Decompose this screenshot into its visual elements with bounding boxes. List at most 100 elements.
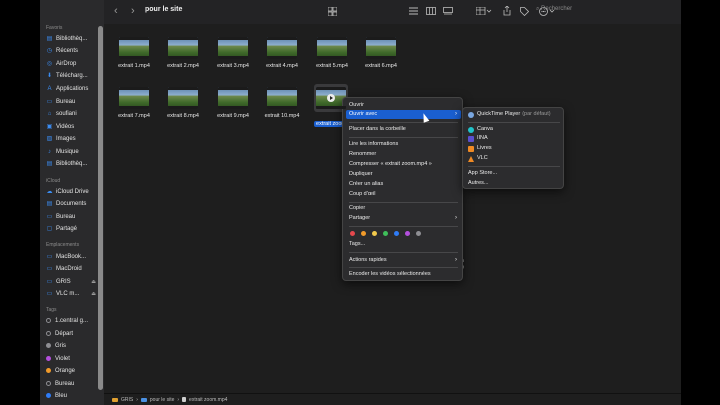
sidebar-tag[interactable]: Bleu — [46, 390, 98, 401]
path-item[interactable]: pour le site — [150, 397, 174, 403]
menu-item-alias[interactable]: Créer un alias — [346, 180, 461, 189]
file-item[interactable]: extrait 5.mp4 — [307, 37, 357, 69]
file-item[interactable]: extrait 10.mp4 — [257, 87, 307, 119]
sidebar-item-recents[interactable]: ◷ Récents — [46, 45, 98, 56]
tag-purple-icon[interactable] — [405, 231, 410, 236]
sidebar-item-bibliotheque[interactable]: ▤ Bibliothèq... — [46, 33, 98, 44]
sidebar-tag[interactable]: Gris — [46, 340, 98, 351]
sidebar-item-label: Orange — [55, 367, 76, 374]
menu-item-renommer[interactable]: Renommer — [346, 150, 461, 159]
file-item[interactable]: extrait 7.mp4 — [109, 87, 159, 119]
vlc-icon — [468, 155, 474, 162]
path-item[interactable]: extrait zoom.mp4 — [189, 397, 227, 403]
gallery-view-button[interactable] — [442, 6, 454, 16]
file-name: extrait 8.mp4 — [167, 113, 199, 119]
file-item[interactable]: extrait 2.mp4 — [158, 37, 208, 69]
sidebar-item-macdroid[interactable]: ▭ MacDroid — [46, 263, 98, 274]
menu-item-informations[interactable]: Lire les informations — [346, 140, 461, 149]
menu-item-encoder[interactable]: Encoder les vidéos sélectionnées — [346, 270, 461, 279]
sidebar-tag[interactable]: Violet — [46, 353, 98, 364]
sidebar-tag[interactable]: Bureau — [46, 378, 98, 389]
sidebar-item-icloud-bureau[interactable]: ▭ Bureau — [46, 211, 98, 222]
menu-item-actions-rapides[interactable]: Actions rapides › — [346, 256, 461, 265]
forward-button[interactable]: › — [131, 5, 135, 17]
sidebar-item-bureau[interactable]: ▭ Bureau — [46, 96, 98, 107]
sidebar-item-videos[interactable]: ▣ Vidéos — [46, 121, 98, 132]
menu-item-partager[interactable]: Partager › — [346, 214, 461, 223]
sidebar-item-label: Images — [56, 135, 76, 142]
sidebar-item-label: Bibliothèq... — [56, 160, 88, 167]
video-thumbnail — [316, 87, 346, 109]
list-view-button[interactable] — [407, 6, 419, 16]
submenu-item-canva[interactable]: Canva — [468, 125, 560, 134]
share-button[interactable] — [501, 6, 513, 16]
file-name: extrait 9.mp4 — [217, 113, 249, 119]
submenu-item-app-store[interactable]: App Store... — [468, 169, 560, 178]
file-item[interactable]: extrait 6.mp4 — [356, 37, 406, 69]
menu-separator — [468, 166, 560, 167]
menu-item-ouvrir-avec[interactable]: Ouvrir avec › — [346, 110, 461, 119]
menu-item-ouvrir[interactable]: Ouvrir — [346, 101, 461, 110]
submenu-item-quicktime[interactable]: QuickTime Player (par défaut) — [468, 110, 560, 119]
disk-icon: ▭ — [46, 291, 53, 297]
file-icon — [182, 397, 187, 402]
submenu-item-iina[interactable]: IINA — [468, 134, 560, 143]
home-icon: ⌂ — [47, 110, 52, 117]
sidebar-section-tags: Tags — [46, 307, 57, 313]
menu-item-tags[interactable]: Tags... — [346, 240, 461, 249]
tag-button[interactable] — [518, 6, 530, 16]
tag-yellow-icon[interactable] — [372, 231, 377, 236]
tag-orange-icon[interactable] — [361, 231, 366, 236]
sidebar-item-applications[interactable]: A Applications — [46, 83, 98, 94]
icon-view-button[interactable] — [326, 6, 338, 16]
library-icon: ▤ — [46, 161, 53, 167]
column-view-button[interactable] — [425, 6, 437, 16]
file-item[interactable]: extrait 1.mp4 — [109, 37, 159, 69]
sidebar-item-telechargements[interactable]: ⬇ Télécharg... — [46, 70, 98, 81]
menu-item-corbeille[interactable]: Placer dans la corbeille — [346, 125, 461, 134]
search-field[interactable]: ⌕ Rechercher — [536, 6, 572, 13]
folder-icon — [140, 397, 147, 402]
file-item[interactable]: extrait 8.mp4 — [158, 87, 208, 119]
sidebar-item-vlc[interactable]: ▭ VLC m... ⏏ — [46, 288, 98, 299]
file-item[interactable]: extrait 3.mp4 — [208, 37, 258, 69]
sidebar-item-musique[interactable]: ♪ Musique — [46, 146, 98, 157]
menu-item-compresser[interactable]: Compresser « extrait zoom.mp4 » — [346, 160, 461, 169]
sidebar-item-macbook[interactable]: ▭ MacBook... — [46, 251, 98, 262]
sidebar-item-label: Bleu — [55, 392, 68, 399]
menu-item-coup-doeil[interactable]: Coup d'œil — [346, 190, 461, 199]
menu-item-copier[interactable]: Copier — [346, 204, 461, 213]
sidebar-tag[interactable]: 1.central g... — [46, 315, 98, 326]
tag-red-icon[interactable] — [350, 231, 355, 236]
path-item[interactable]: GRIS — [121, 397, 133, 403]
tag-blue-icon[interactable] — [394, 231, 399, 236]
chevron-right-icon: › — [455, 111, 457, 117]
sidebar-item-home[interactable]: ⌂ soufiani — [46, 108, 98, 119]
tag-green-icon[interactable] — [383, 231, 388, 236]
context-menu: Ouvrir Ouvrir avec › Placer dans la corbe… — [342, 97, 463, 281]
sidebar-tag[interactable]: Orange — [46, 365, 98, 376]
group-button[interactable] — [475, 6, 493, 16]
submenu-item-livres[interactable]: Livres — [468, 144, 560, 153]
path-separator: › — [177, 396, 180, 403]
sidebar-item-bibliotheque-2[interactable]: ▤ Bibliothèq... — [46, 158, 98, 169]
eject-icon[interactable]: ⏏ — [91, 279, 96, 285]
eject-icon[interactable]: ⏏ — [91, 291, 96, 297]
sidebar-item-gris[interactable]: ▭ GRIS ⏏ — [46, 276, 98, 287]
video-thumbnail — [168, 37, 198, 59]
menu-item-dupliquer[interactable]: Dupliquer — [346, 170, 461, 179]
sidebar-item-documents[interactable]: ▤ Documents — [46, 198, 98, 209]
file-item[interactable]: extrait 9.mp4 — [208, 87, 258, 119]
sidebar-item-partage[interactable]: ▢ Partagé — [46, 223, 98, 234]
applications-icon: A — [47, 85, 52, 92]
sidebar-item-icloud-drive[interactable]: ☁ iCloud Drive — [46, 186, 98, 197]
submenu-item-autres[interactable]: Autres... — [468, 179, 560, 188]
sidebar-item-airdrop[interactable]: ◎ AirDrop — [46, 58, 98, 69]
file-item[interactable]: extrait 4.mp4 — [257, 37, 307, 69]
sidebar-scrollbar[interactable] — [98, 26, 103, 390]
submenu-item-vlc[interactable]: VLC — [468, 154, 560, 163]
back-button[interactable]: ‹ — [114, 5, 118, 17]
tag-gray-icon[interactable] — [416, 231, 421, 236]
sidebar-item-images[interactable]: ▨ Images — [46, 133, 98, 144]
sidebar-tag[interactable]: Départ — [46, 328, 98, 339]
